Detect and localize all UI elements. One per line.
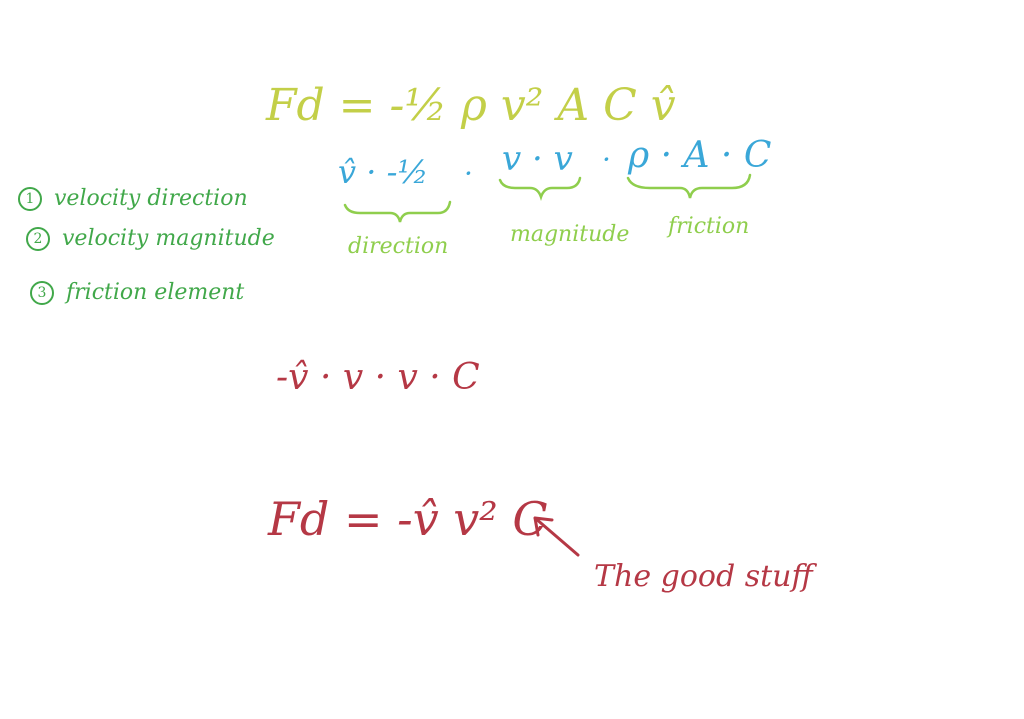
number-circle-1: 1 bbox=[18, 187, 42, 211]
dot-separator-2: · bbox=[602, 143, 611, 176]
brace-magnitude bbox=[498, 176, 582, 201]
list-item-2-text: velocity magnitude bbox=[62, 226, 275, 251]
number-circle-3: 3 bbox=[30, 281, 54, 305]
list-item-3: 3 friction element bbox=[30, 280, 244, 305]
drag-force-formula: Fd = -½ ρ v² A C v̂ bbox=[266, 80, 676, 131]
label-magnitude: magnitude bbox=[510, 222, 630, 247]
label-direction: direction bbox=[348, 234, 449, 259]
simplified-expression: -v̂ · v · v · C bbox=[276, 357, 480, 398]
list-item-1-text: velocity direction bbox=[54, 186, 248, 211]
annotation-good-stuff: The good stuff bbox=[594, 559, 813, 594]
list-item-2: 2 velocity magnitude bbox=[26, 226, 275, 251]
label-friction: friction bbox=[668, 214, 750, 239]
direction-terms: v̂ · -½ bbox=[338, 153, 429, 191]
number-circle-2: 2 bbox=[26, 227, 50, 251]
magnitude-terms: v · v bbox=[502, 139, 573, 179]
brace-friction bbox=[626, 173, 752, 199]
friction-terms: ρ · A · C bbox=[628, 135, 772, 176]
brace-direction bbox=[343, 200, 452, 223]
final-formula: Fd = -v̂ v² C bbox=[268, 492, 548, 546]
list-item-1: 1 velocity direction bbox=[18, 186, 248, 211]
dot-separator-1: · bbox=[464, 157, 473, 190]
list-item-3-text: friction element bbox=[66, 280, 245, 305]
